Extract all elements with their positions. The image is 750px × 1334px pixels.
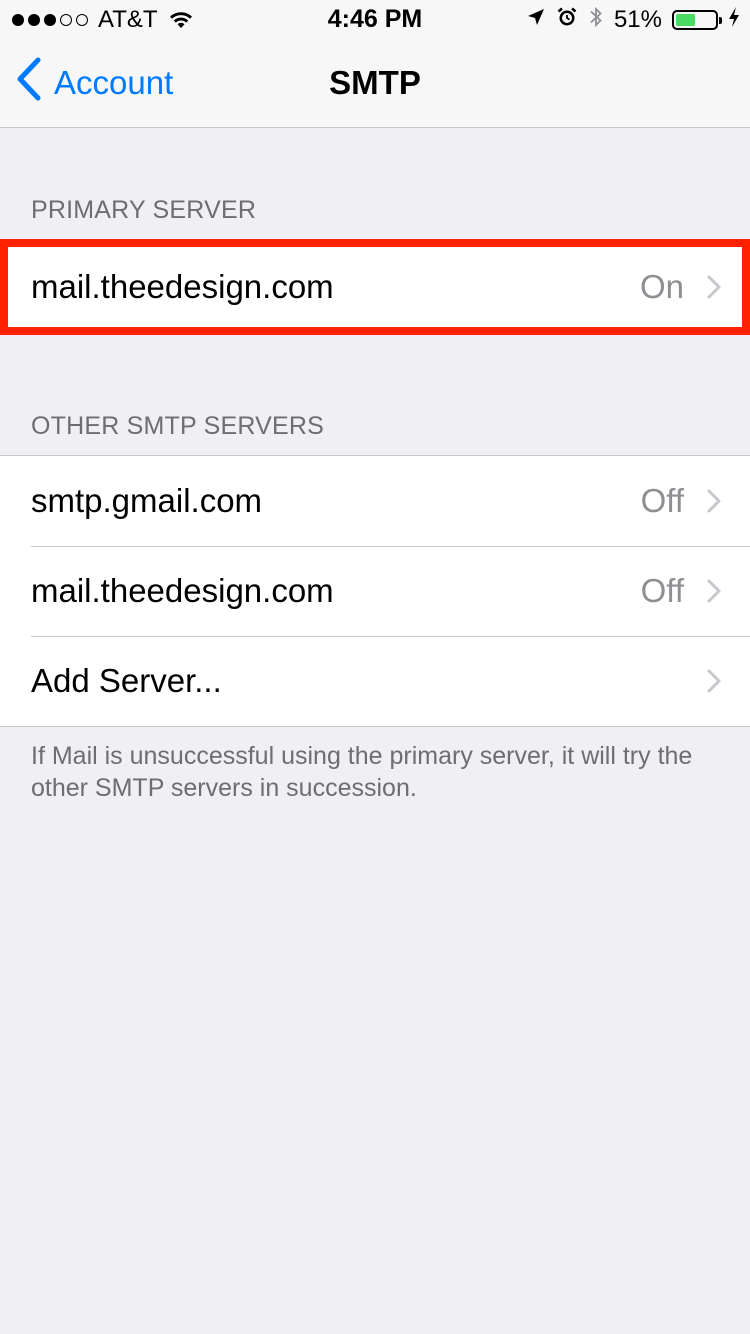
battery-tip — [719, 17, 722, 24]
other-server-row[interactable]: mail.theedesign.com Off — [0, 546, 750, 636]
add-server-label: Add Server... — [31, 662, 222, 699]
status-bar-right: 51% — [526, 6, 740, 34]
top-bar: AT&T 4:46 PM 51% Account SMTP — [0, 0, 750, 128]
chevron-right-icon — [706, 578, 722, 604]
other-servers-list: smtp.gmail.com Off mail.theedesign.com O… — [0, 455, 750, 727]
other-servers-header: OTHER SMTP SERVERS — [31, 412, 325, 440]
navigation-bar: Account SMTP — [0, 40, 750, 128]
other-server-row[interactable]: smtp.gmail.com Off — [0, 456, 750, 546]
server-host: smtp.gmail.com — [31, 482, 263, 519]
battery-percent: 51% — [613, 6, 662, 33]
server-status: Off — [640, 572, 684, 609]
charging-bolt-icon — [728, 6, 740, 35]
primary-server-highlight: mail.theedesign.com On — [0, 239, 750, 335]
footer-note: If Mail is unsuccessful using the primar… — [31, 742, 693, 802]
server-status: On — [639, 268, 684, 305]
add-server-button[interactable]: Add Server... — [0, 636, 750, 726]
primary-server-header: PRIMARY SERVER — [31, 196, 257, 224]
battery-level-fill — [676, 14, 695, 26]
page-title: SMTP — [329, 64, 421, 101]
battery-icon — [672, 10, 722, 30]
chevron-right-icon — [706, 488, 722, 514]
server-host: mail.theedesign.com — [31, 268, 334, 305]
server-status: Off — [640, 482, 684, 519]
alarm-clock-icon — [556, 6, 578, 35]
chevron-right-icon — [706, 668, 722, 694]
status-bar: AT&T 4:46 PM 51% — [0, 0, 750, 40]
location-arrow-icon — [526, 6, 546, 34]
primary-server-row[interactable]: mail.theedesign.com On — [8, 247, 742, 327]
server-host: mail.theedesign.com — [31, 572, 334, 609]
bluetooth-icon — [588, 5, 604, 36]
chevron-right-icon — [706, 274, 722, 300]
